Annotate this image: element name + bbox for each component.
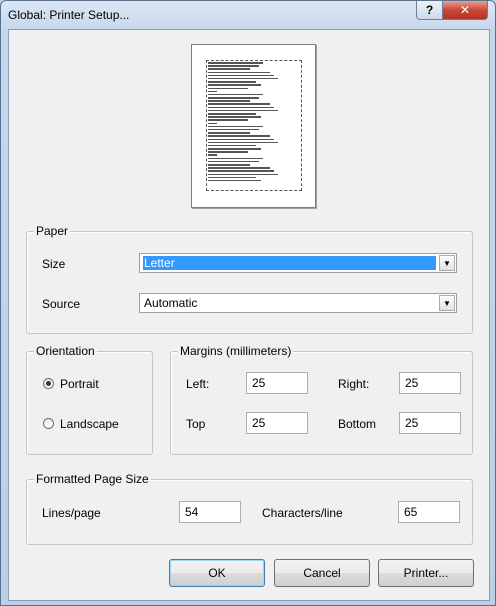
preview-line xyxy=(208,109,279,112)
size-select[interactable]: Letter ▼ xyxy=(139,253,457,273)
preview-line xyxy=(208,160,260,163)
chevron-down-icon[interactable]: ▼ xyxy=(439,295,455,311)
margins-group: Margins (millimeters) Left: 25 Right: 25… xyxy=(170,344,473,455)
preview-line xyxy=(208,179,261,182)
preview-line xyxy=(208,141,279,144)
preview-line xyxy=(208,81,257,83)
landscape-radio[interactable] xyxy=(43,418,54,429)
preview-line xyxy=(208,122,217,125)
source-value: Automatic xyxy=(144,296,198,310)
preview-line xyxy=(208,84,261,86)
close-button[interactable]: ✕ xyxy=(442,1,488,20)
orientation-legend: Orientation xyxy=(34,344,97,358)
left-margin-label: Left: xyxy=(186,377,210,391)
dialog-window: Global: Printer Setup... ? ✕ Paper Size … xyxy=(0,0,496,606)
close-icon: ✕ xyxy=(459,3,471,17)
printer-button[interactable]: Printer... xyxy=(378,559,474,587)
source-select[interactable]: Automatic ▼ xyxy=(139,293,457,313)
preview-line xyxy=(208,176,257,179)
preview-line xyxy=(208,119,248,121)
bottom-margin-label: Bottom xyxy=(338,417,377,431)
page-size-legend: Formatted Page Size xyxy=(34,472,151,486)
preview-line xyxy=(208,170,274,172)
preview-line xyxy=(208,132,251,134)
preview-line xyxy=(208,116,261,118)
preview-line xyxy=(208,74,274,77)
portrait-radio[interactable] xyxy=(43,378,54,389)
page-preview xyxy=(191,44,316,208)
help-button[interactable]: ? xyxy=(416,1,443,20)
preview-line xyxy=(208,164,251,166)
size-value: Letter xyxy=(143,256,436,270)
size-label: Size xyxy=(42,257,66,271)
preview-line xyxy=(208,77,279,80)
preview-text-lines xyxy=(208,62,296,186)
left-margin-input[interactable]: 25 xyxy=(246,372,308,394)
preview-line xyxy=(208,151,248,153)
preview-line xyxy=(208,144,257,147)
margins-legend: Margins (millimeters) xyxy=(178,344,294,358)
preview-line xyxy=(208,167,270,169)
preview-line xyxy=(208,100,251,102)
dialog-body: Paper Size Letter ▼ Source Automatic ▼ O… xyxy=(8,29,490,601)
ok-button[interactable]: OK xyxy=(169,559,265,587)
right-margin-label: Right: xyxy=(338,377,370,391)
preview-line xyxy=(208,148,261,150)
paper-legend: Paper xyxy=(34,224,71,238)
landscape-label[interactable]: Landscape xyxy=(60,417,119,431)
orientation-group: Orientation Portrait Landscape xyxy=(26,344,153,455)
preview-line xyxy=(208,97,260,99)
chars-per-line-input[interactable]: 65 xyxy=(398,501,460,523)
preview-line xyxy=(208,93,263,96)
preview-line xyxy=(208,128,260,131)
paper-group: Paper Size Letter ▼ Source Automatic ▼ xyxy=(26,224,473,334)
source-label: Source xyxy=(42,297,81,311)
chars-per-line-label: Characters/line xyxy=(262,506,343,520)
preview-line xyxy=(208,68,251,70)
window-title: Global: Printer Setup... xyxy=(8,8,130,22)
top-margin-input[interactable]: 25 xyxy=(246,412,308,434)
right-margin-input[interactable]: 25 xyxy=(399,372,461,394)
cancel-button[interactable]: Cancel xyxy=(274,559,370,587)
preview-line xyxy=(208,157,263,160)
preview-line xyxy=(208,135,270,137)
preview-line xyxy=(208,154,217,156)
page-size-group: Formatted Page Size Lines/page 54 Charac… xyxy=(26,472,473,545)
lines-per-page-input[interactable]: 54 xyxy=(179,501,241,523)
chevron-down-icon[interactable]: ▼ xyxy=(439,255,455,271)
preview-line xyxy=(208,87,248,89)
preview-line xyxy=(208,71,270,74)
top-margin-label: Top xyxy=(186,417,206,431)
preview-line xyxy=(208,103,270,105)
preview-line xyxy=(208,138,274,140)
preview-line xyxy=(208,125,263,128)
bottom-margin-input[interactable]: 25 xyxy=(399,412,461,434)
preview-line xyxy=(208,173,279,176)
lines-per-page-label: Lines/page xyxy=(42,506,101,520)
preview-line xyxy=(208,113,257,115)
help-icon: ? xyxy=(425,3,434,17)
preview-line xyxy=(208,90,217,93)
preview-line xyxy=(208,62,263,64)
preview-line xyxy=(208,106,274,109)
preview-line xyxy=(208,65,260,67)
portrait-label[interactable]: Portrait xyxy=(60,377,99,391)
